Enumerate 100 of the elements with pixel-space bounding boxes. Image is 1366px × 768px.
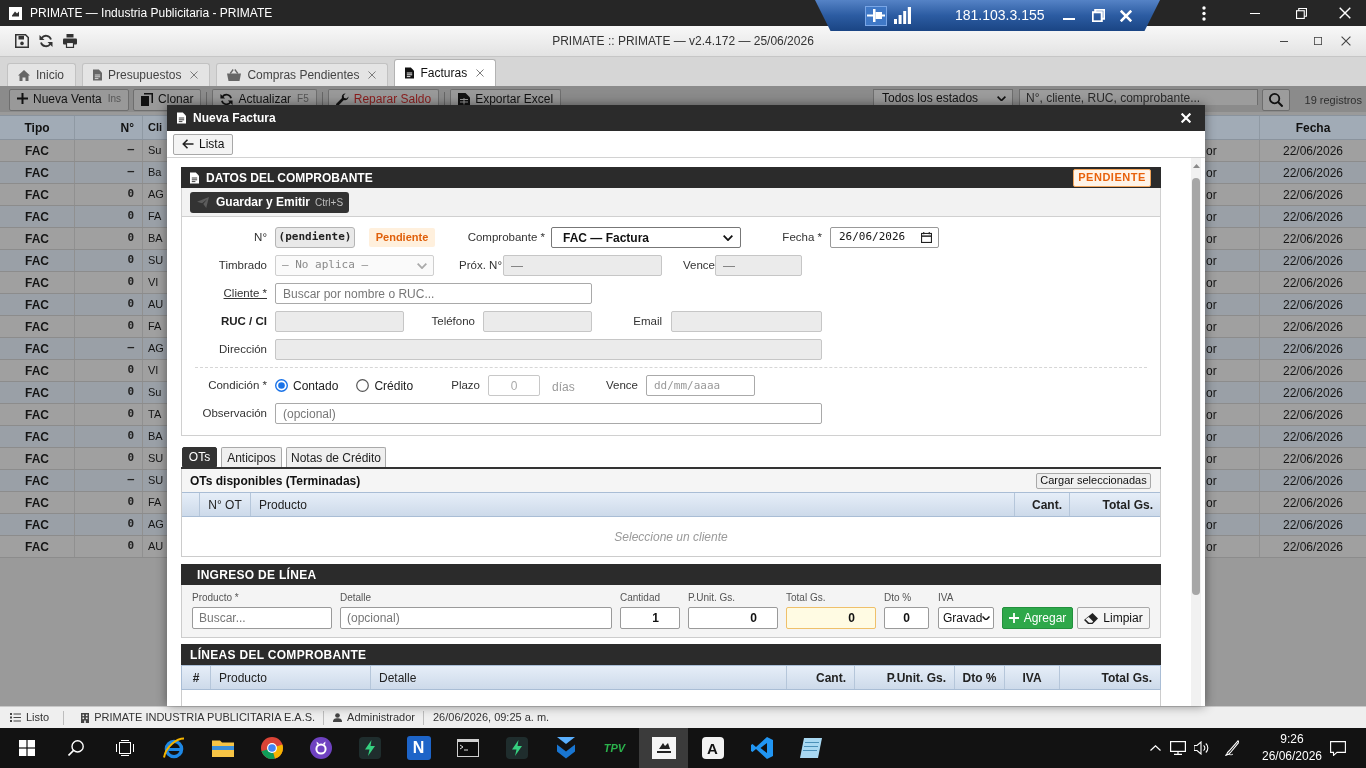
network-icon[interactable] bbox=[1170, 741, 1186, 755]
window-title: PRIMATE :: PRIMATE — v2.4.172 — 25/06/2026 bbox=[552, 33, 814, 50]
table-cell-text: VI bbox=[147, 363, 160, 379]
input-field[interactable]: 1 bbox=[620, 607, 680, 629]
column-header: Cli bbox=[147, 120, 164, 136]
search-field[interactable]: N°, cliente, RUC, comprobante... bbox=[1019, 89, 1258, 105]
table-cell: 0 bbox=[75, 514, 143, 535]
table-cell-text: BA bbox=[147, 231, 164, 247]
table-cell: FAC bbox=[0, 228, 75, 249]
status-text: 26/06/2026, 09:25 a. m. bbox=[432, 710, 550, 726]
signal-icon[interactable] bbox=[894, 7, 911, 24]
table-cell: FAC bbox=[0, 272, 75, 293]
radio-label[interactable]: Crédito bbox=[374, 376, 414, 395]
scroll-up-icon[interactable] bbox=[1192, 164, 1200, 168]
table-cell-text: FA bbox=[147, 209, 163, 225]
arrow-left-icon bbox=[182, 139, 194, 149]
input-field[interactable]: Buscar... bbox=[192, 607, 332, 629]
table-cell: FAC bbox=[0, 514, 75, 535]
pin-button[interactable] bbox=[865, 5, 887, 26]
radio-button[interactable] bbox=[275, 379, 288, 392]
wrench-icon bbox=[335, 93, 349, 106]
save-button[interactable]: Guardar y Emitir Ctrl+S bbox=[190, 191, 350, 213]
input-field[interactable]: (opcional) bbox=[275, 403, 822, 424]
maximize-icon[interactable] bbox=[1314, 37, 1322, 45]
radio-button[interactable] bbox=[356, 379, 370, 392]
app-logo-icon bbox=[9, 6, 22, 20]
tab[interactable]: Presupuestos bbox=[82, 63, 211, 86]
section-title: DATOS DEL COMPROBANTE bbox=[206, 169, 373, 187]
select-field[interactable]: Gravad bbox=[938, 607, 994, 629]
table-cell-text: SU bbox=[147, 451, 165, 467]
taskbar-button[interactable]: A bbox=[688, 728, 737, 768]
refresh-icon[interactable] bbox=[39, 34, 53, 48]
table-cell-text: 22/06/2026 bbox=[1281, 428, 1345, 446]
status-text: PRIMATE INDUSTRIA PUBLICITARIA E.A.S. bbox=[94, 710, 316, 726]
date-field[interactable]: 26/06/2026 bbox=[830, 227, 939, 248]
minimize-icon[interactable] bbox=[1280, 40, 1288, 42]
date-field[interactable]: dd/mm/aaaa bbox=[646, 375, 755, 396]
clear-button[interactable]: Limpiar bbox=[1077, 607, 1150, 629]
unit-label: días bbox=[552, 379, 575, 394]
load-button[interactable]: Cargar seleccionadas bbox=[1036, 472, 1151, 489]
restore-icon[interactable] bbox=[1295, 7, 1307, 19]
back-button[interactable]: Lista bbox=[173, 133, 234, 155]
toolbar-button[interactable]: Exportar Excel bbox=[450, 89, 562, 105]
save-icon[interactable] bbox=[15, 34, 29, 48]
clock[interactable]: 9:26 26/06/2026 bbox=[1254, 728, 1330, 768]
field-label: Observación bbox=[202, 405, 267, 421]
notepad-icon bbox=[799, 738, 822, 758]
notification-icon[interactable] bbox=[1330, 740, 1346, 756]
tab[interactable]: OTs bbox=[182, 447, 217, 467]
start-icon bbox=[18, 740, 35, 756]
table-cell: FAC bbox=[0, 360, 75, 381]
input-field[interactable]: (opcional) bbox=[340, 607, 612, 629]
taskbar-button[interactable]: N bbox=[394, 728, 443, 768]
column-header: Total Gs. bbox=[1100, 669, 1153, 687]
input-field[interactable]: 0 bbox=[786, 607, 876, 629]
tab[interactable]: Notas de Crédito bbox=[286, 447, 386, 467]
calendar-icon[interactable] bbox=[921, 232, 932, 243]
table-cell-text: AG bbox=[147, 517, 165, 533]
field-label: Teléfono bbox=[431, 313, 475, 329]
table-cell-text: BA bbox=[147, 429, 164, 445]
status-text: Administrador bbox=[347, 710, 415, 726]
select-field[interactable]: FAC — Factura bbox=[551, 227, 741, 248]
table-cell-text: AG bbox=[147, 341, 165, 357]
taskbar-button[interactable] bbox=[639, 728, 688, 768]
more-icon[interactable] bbox=[1202, 5, 1206, 21]
field-label: Timbrado bbox=[218, 257, 267, 273]
search-button[interactable] bbox=[1262, 89, 1290, 111]
field-label: Total Gs. bbox=[786, 592, 827, 604]
tab[interactable]: Compras Pendientes bbox=[216, 63, 389, 86]
tab[interactable]: Facturas bbox=[394, 59, 497, 86]
column-header: Detalle bbox=[371, 666, 787, 689]
print-icon[interactable] bbox=[63, 34, 77, 48]
tab[interactable]: Inicio bbox=[7, 63, 76, 86]
plus-icon bbox=[1008, 613, 1019, 623]
radio-label[interactable]: Contado bbox=[293, 376, 339, 395]
input-field[interactable]: Buscar por nombre o RUC... bbox=[275, 283, 592, 304]
scrollbar-thumb[interactable] bbox=[1192, 178, 1200, 595]
minimize-icon[interactable] bbox=[1063, 17, 1075, 20]
document-icon bbox=[190, 171, 199, 184]
column-header: Producto bbox=[211, 666, 371, 689]
column-header: Producto bbox=[251, 493, 1015, 516]
pen-icon[interactable] bbox=[1225, 740, 1239, 756]
field-link[interactable]: Cliente * bbox=[223, 284, 267, 303]
input-field[interactable]: 0 bbox=[688, 607, 778, 629]
tab[interactable]: Anticipos bbox=[221, 447, 282, 467]
table-cell: 0 bbox=[75, 492, 143, 513]
refresh-icon bbox=[220, 93, 234, 106]
restore-icon[interactable] bbox=[1092, 9, 1105, 22]
field-label: IVA bbox=[938, 592, 955, 604]
status-select[interactable]: Todos los estados bbox=[873, 89, 1013, 105]
toolbar-button[interactable]: Nueva Venta Ins bbox=[9, 89, 130, 111]
taskbar-button[interactable]: TPV bbox=[590, 728, 639, 768]
table-cell: 0 bbox=[75, 184, 143, 205]
toolbar-button[interactable]: Actualizar F5 bbox=[212, 89, 317, 105]
column-header: Tipo bbox=[0, 116, 75, 139]
close-icon[interactable] bbox=[1341, 36, 1351, 46]
table-cell: 0 bbox=[75, 360, 143, 381]
chevron-up-icon[interactable] bbox=[1149, 745, 1161, 751]
input-field[interactable]: 0 bbox=[884, 607, 929, 629]
volume-icon[interactable] bbox=[1194, 741, 1210, 755]
